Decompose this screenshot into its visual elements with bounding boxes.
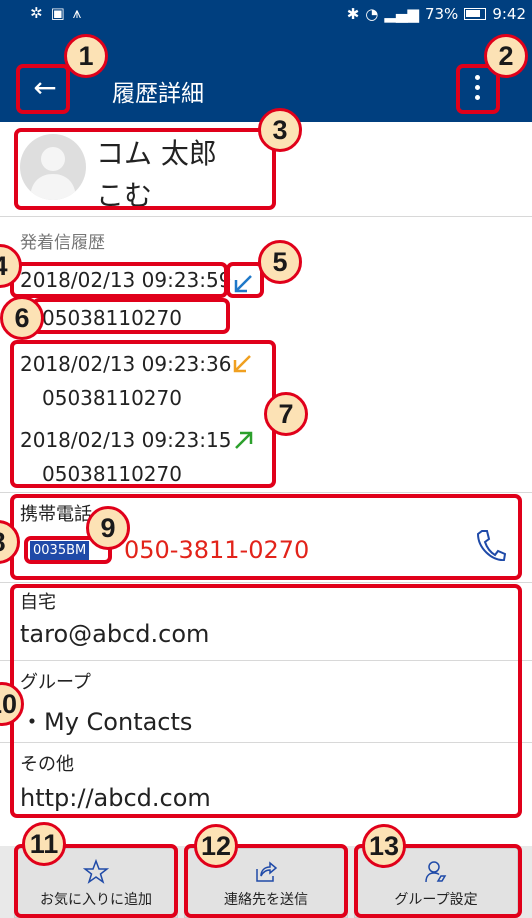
other-value[interactable]: http://abcd.com bbox=[20, 784, 211, 812]
incoming-arrow-icon bbox=[234, 275, 252, 293]
annotation-badge: 2 bbox=[484, 34, 528, 78]
back-arrow-icon: ← bbox=[33, 70, 57, 104]
phone-number[interactable]: 050-3811-0270 bbox=[124, 536, 309, 564]
more-options-button[interactable] bbox=[462, 62, 492, 112]
carrier-badge: 0035BM bbox=[30, 541, 90, 560]
annotation-badge: 1 bbox=[64, 34, 108, 78]
status-left-icons: ✲ ▣ ⩚ bbox=[30, 4, 81, 22]
home-value[interactable]: taro@abcd.com bbox=[20, 620, 209, 648]
page-title: 履歴詳細 bbox=[112, 81, 204, 107]
history-datetime: 2018/02/13 09:23:59 bbox=[20, 268, 232, 292]
history-number[interactable]: 05038110270 bbox=[42, 306, 182, 330]
status-time: 9:42 bbox=[492, 5, 526, 23]
sim-icon: ✲ bbox=[30, 4, 43, 22]
bluetooth-icon: ✱ bbox=[346, 5, 360, 23]
missed-arrow-icon bbox=[233, 355, 251, 373]
antenna-icon: ⩚ bbox=[72, 4, 82, 22]
divider bbox=[0, 216, 532, 217]
annotation-badge: 6 bbox=[0, 296, 44, 340]
phone-call-icon[interactable] bbox=[474, 528, 506, 564]
annotation-badge: 8 bbox=[0, 520, 20, 564]
annotation-badge: 4 bbox=[0, 244, 22, 288]
divider bbox=[0, 492, 532, 493]
send-contact-label: 連絡先を送信 bbox=[224, 892, 308, 908]
contact-kana: こむ bbox=[96, 179, 153, 212]
add-favorite-label: お気に入りに追加 bbox=[40, 892, 152, 908]
annotation-badge: 13 bbox=[362, 824, 406, 868]
history-section-label: 発着信履歴 bbox=[20, 233, 105, 253]
back-button[interactable]: ← bbox=[24, 64, 66, 110]
other-label: その他 bbox=[20, 754, 74, 775]
contact-name: コム 太郎 bbox=[96, 137, 217, 170]
annotation-badge: 5 bbox=[258, 240, 302, 284]
person-settings-icon bbox=[425, 861, 447, 883]
outgoing-arrow-icon bbox=[235, 431, 253, 449]
history-number[interactable]: 05038110270 bbox=[42, 462, 182, 486]
phone-label: 携帯電話 bbox=[20, 504, 92, 525]
annotation-badge: 11 bbox=[22, 822, 66, 866]
annotation-badge: 7 bbox=[264, 392, 308, 436]
signal-icon: ▂▄▆ bbox=[384, 5, 419, 23]
history-datetime: 2018/02/13 09:23:36 bbox=[20, 352, 232, 376]
star-icon bbox=[83, 859, 109, 884]
wifi-icon: ◔ bbox=[365, 5, 379, 23]
group-value: ・My Contacts bbox=[20, 708, 193, 736]
annotation-badge: 3 bbox=[258, 108, 302, 152]
annotation-badge: 12 bbox=[194, 824, 238, 868]
group-settings-label: グループ設定 bbox=[394, 892, 478, 908]
battery-icon bbox=[464, 8, 487, 20]
share-icon bbox=[256, 861, 278, 882]
status-right: ✱ ◔ ▂▄▆ 73% 9:42 bbox=[347, 5, 526, 23]
person-icon bbox=[30, 147, 76, 200]
divider bbox=[0, 660, 532, 661]
history-number[interactable]: 05038110270 bbox=[42, 386, 182, 410]
home-label: 自宅 bbox=[20, 592, 56, 613]
annotation-badge: 9 bbox=[86, 506, 130, 550]
more-dot-icon bbox=[474, 74, 480, 80]
more-dot-icon bbox=[474, 94, 480, 100]
divider bbox=[0, 582, 532, 583]
battery-percent: 73% bbox=[424, 5, 459, 23]
history-datetime: 2018/02/13 09:23:15 bbox=[20, 428, 232, 452]
more-dot-icon bbox=[474, 84, 480, 90]
avatar bbox=[20, 134, 86, 200]
status-bar: ✲ ▣ ⩚ ✱ ◔ ▂▄▆ 73% 9:42 bbox=[0, 0, 532, 28]
group-label: グループ bbox=[20, 672, 91, 693]
divider bbox=[0, 742, 532, 743]
image-icon: ▣ bbox=[50, 4, 65, 22]
